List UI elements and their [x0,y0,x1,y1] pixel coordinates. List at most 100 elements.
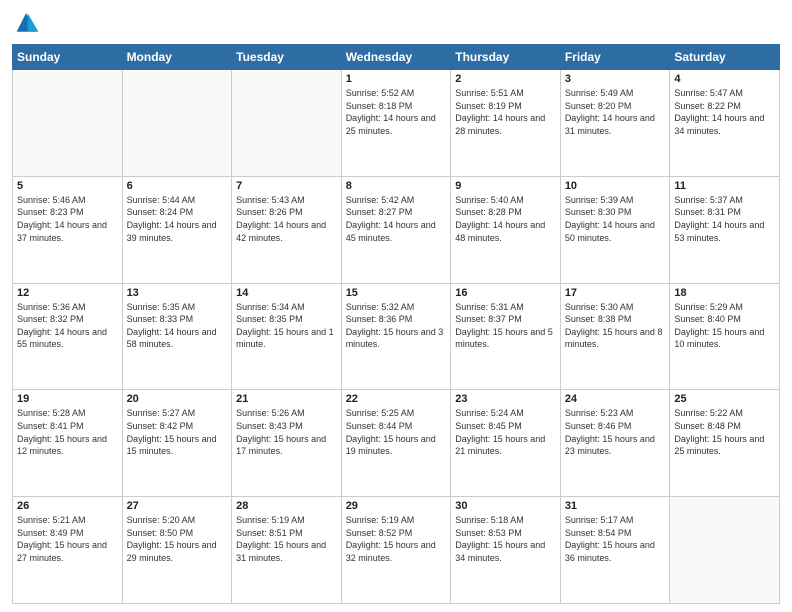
day-cell: 27 Sunrise: 5:20 AM Sunset: 8:50 PM Dayli… [122,497,232,604]
day-number: 6 [127,180,228,192]
week-row: 19 Sunrise: 5:28 AM Sunset: 8:41 PM Dayli… [13,390,780,497]
day-cell [122,70,232,177]
day-info: Sunrise: 5:52 AM Sunset: 8:18 PM Dayligh… [346,87,447,137]
day-number: 20 [127,393,228,405]
week-row: 5 Sunrise: 5:46 AM Sunset: 8:23 PM Daylig… [13,176,780,283]
day-number: 3 [565,73,666,85]
day-info: Sunrise: 5:24 AM Sunset: 8:45 PM Dayligh… [455,407,556,457]
day-info: Sunrise: 5:27 AM Sunset: 8:42 PM Dayligh… [127,407,228,457]
day-info: Sunrise: 5:29 AM Sunset: 8:40 PM Dayligh… [674,301,775,351]
day-cell: 7 Sunrise: 5:43 AM Sunset: 8:26 PM Daylig… [232,176,342,283]
day-cell: 16Sunrise: 5:31 AM Sunset: 8:37 PM Dayli… [451,283,561,390]
weekday-header: Tuesday [232,45,342,70]
day-cell: 14 Sunrise: 5:34 AM Sunset: 8:35 PM Dayli… [232,283,342,390]
day-number: 31 [565,500,666,512]
day-info: Sunrise: 5:36 AM Sunset: 8:32 PM Dayligh… [17,301,118,351]
weekday-header: Sunday [13,45,123,70]
day-info: Sunrise: 5:18 AM Sunset: 8:53 PM Dayligh… [455,514,556,564]
day-number: 29 [346,500,447,512]
day-info: Sunrise: 5:32 AM Sunset: 8:36 PM Dayligh… [346,301,447,351]
day-number: 25 [674,393,775,405]
day-number: 21 [236,393,337,405]
day-info: Sunrise: 5:35 AM Sunset: 8:33 PM Dayligh… [127,301,228,351]
day-number: 16 [455,287,556,299]
day-info: Sunrise: 5:22 AM Sunset: 8:48 PM Dayligh… [674,407,775,457]
day-cell: 22 Sunrise: 5:25 AM Sunset: 8:44 PM Dayli… [341,390,451,497]
day-cell: 17 Sunrise: 5:30 AM Sunset: 8:38 PM Dayli… [560,283,670,390]
day-info: Sunrise: 5:20 AM Sunset: 8:50 PM Dayligh… [127,514,228,564]
day-number: 8 [346,180,447,192]
day-cell: 8 Sunrise: 5:42 AM Sunset: 8:27 PM Daylig… [341,176,451,283]
day-number: 19 [17,393,118,405]
day-info: Sunrise: 5:19 AM Sunset: 8:51 PM Dayligh… [236,514,337,564]
day-info: Sunrise: 5:39 AM Sunset: 8:30 PM Dayligh… [565,194,666,244]
day-cell: 1 Sunrise: 5:52 AM Sunset: 8:18 PM Daylig… [341,70,451,177]
day-number: 1 [346,73,447,85]
day-info: Sunrise: 5:47 AM Sunset: 8:22 PM Dayligh… [674,87,775,137]
day-cell: 3 Sunrise: 5:49 AM Sunset: 8:20 PM Daylig… [560,70,670,177]
day-info: Sunrise: 5:26 AM Sunset: 8:43 PM Dayligh… [236,407,337,457]
day-info: Sunrise: 5:40 AM Sunset: 8:28 PM Dayligh… [455,194,556,244]
calendar: SundayMondayTuesdayWednesdayThursdayFrid… [12,44,780,604]
day-info: Sunrise: 5:21 AM Sunset: 8:49 PM Dayligh… [17,514,118,564]
day-number: 28 [236,500,337,512]
day-number: 2 [455,73,556,85]
day-cell: 9 Sunrise: 5:40 AM Sunset: 8:28 PM Daylig… [451,176,561,283]
day-number: 14 [236,287,337,299]
day-number: 24 [565,393,666,405]
day-cell: 10 Sunrise: 5:39 AM Sunset: 8:30 PM Dayli… [560,176,670,283]
day-number: 22 [346,393,447,405]
day-number: 30 [455,500,556,512]
week-row: 1 Sunrise: 5:52 AM Sunset: 8:18 PM Daylig… [13,70,780,177]
day-cell [13,70,123,177]
day-number: 27 [127,500,228,512]
day-number: 9 [455,180,556,192]
day-info: Sunrise: 5:37 AM Sunset: 8:31 PM Dayligh… [674,194,775,244]
day-cell: 15Sunrise: 5:32 AM Sunset: 8:36 PM Dayli… [341,283,451,390]
day-info: Sunrise: 5:42 AM Sunset: 8:27 PM Dayligh… [346,194,447,244]
weekday-header: Wednesday [341,45,451,70]
page: SundayMondayTuesdayWednesdayThursdayFrid… [0,0,792,612]
weekday-header: Friday [560,45,670,70]
day-cell: 5 Sunrise: 5:46 AM Sunset: 8:23 PM Daylig… [13,176,123,283]
day-number: 12 [17,287,118,299]
weekday-header: Monday [122,45,232,70]
day-cell: 11 Sunrise: 5:37 AM Sunset: 8:31 PM Dayli… [670,176,780,283]
day-number: 26 [17,500,118,512]
day-cell: 4Sunrise: 5:47 AM Sunset: 8:22 PM Daylig… [670,70,780,177]
week-row: 26 Sunrise: 5:21 AM Sunset: 8:49 PM Dayli… [13,497,780,604]
day-cell: 20 Sunrise: 5:27 AM Sunset: 8:42 PM Dayli… [122,390,232,497]
day-number: 23 [455,393,556,405]
day-info: Sunrise: 5:19 AM Sunset: 8:52 PM Dayligh… [346,514,447,564]
day-number: 17 [565,287,666,299]
day-cell [232,70,342,177]
day-info: Sunrise: 5:25 AM Sunset: 8:44 PM Dayligh… [346,407,447,457]
day-info: Sunrise: 5:51 AM Sunset: 8:19 PM Dayligh… [455,87,556,137]
week-row: 12 Sunrise: 5:36 AM Sunset: 8:32 PM Dayli… [13,283,780,390]
day-cell: 29 Sunrise: 5:19 AM Sunset: 8:52 PM Dayli… [341,497,451,604]
day-info: Sunrise: 5:30 AM Sunset: 8:38 PM Dayligh… [565,301,666,351]
day-number: 18 [674,287,775,299]
day-info: Sunrise: 5:34 AM Sunset: 8:35 PM Dayligh… [236,301,337,351]
day-cell: 18 Sunrise: 5:29 AM Sunset: 8:40 PM Dayli… [670,283,780,390]
logo-icon [12,10,40,38]
day-cell: 6Sunrise: 5:44 AM Sunset: 8:24 PM Daylig… [122,176,232,283]
day-number: 7 [236,180,337,192]
day-cell [670,497,780,604]
day-cell: 25 Sunrise: 5:22 AM Sunset: 8:48 PM Dayli… [670,390,780,497]
day-number: 13 [127,287,228,299]
day-info: Sunrise: 5:43 AM Sunset: 8:26 PM Dayligh… [236,194,337,244]
day-info: Sunrise: 5:46 AM Sunset: 8:23 PM Dayligh… [17,194,118,244]
day-info: Sunrise: 5:28 AM Sunset: 8:41 PM Dayligh… [17,407,118,457]
header [12,10,780,38]
day-number: 10 [565,180,666,192]
weekday-header-row: SundayMondayTuesdayWednesdayThursdayFrid… [13,45,780,70]
day-cell: 13 Sunrise: 5:35 AM Sunset: 8:33 PM Dayli… [122,283,232,390]
day-number: 11 [674,180,775,192]
day-number: 5 [17,180,118,192]
day-info: Sunrise: 5:23 AM Sunset: 8:46 PM Dayligh… [565,407,666,457]
weekday-header: Saturday [670,45,780,70]
day-info: Sunrise: 5:49 AM Sunset: 8:20 PM Dayligh… [565,87,666,137]
weekday-header: Thursday [451,45,561,70]
day-cell: 24 Sunrise: 5:23 AM Sunset: 8:46 PM Dayli… [560,390,670,497]
